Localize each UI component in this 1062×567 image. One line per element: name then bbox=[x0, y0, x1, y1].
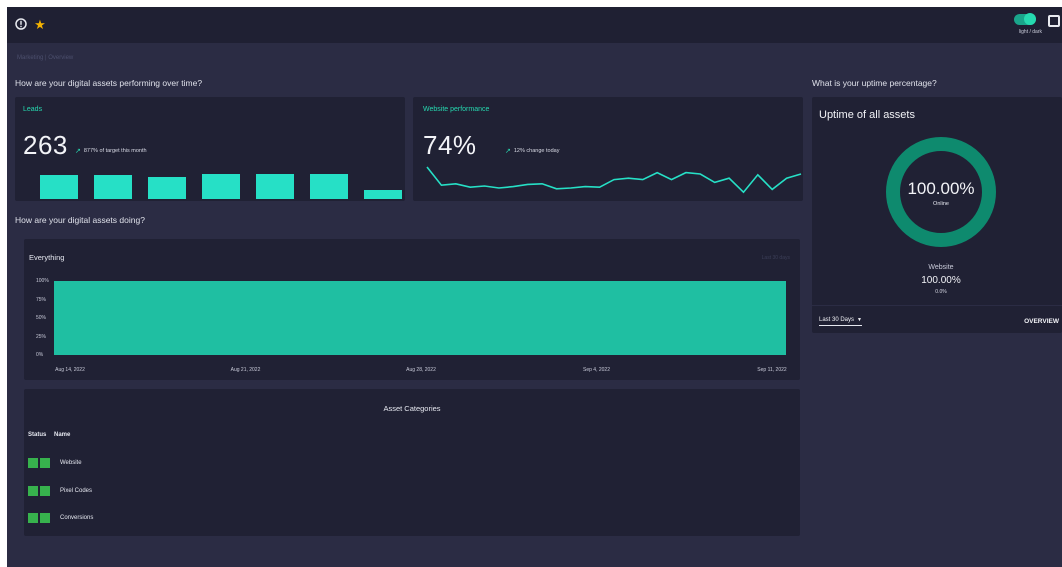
uptime-divider bbox=[812, 305, 1062, 306]
legend-percent: 100.00% bbox=[921, 275, 961, 286]
dashboard-app: ★ light / dark Marketing | Overview How … bbox=[7, 7, 1062, 567]
uptime-percent: 100.00% bbox=[907, 179, 975, 198]
range-select[interactable]: Last 30 Days ▼ bbox=[819, 317, 862, 326]
uptime-card: Uptime of all assets 100.00% Online Webs… bbox=[812, 97, 1062, 333]
info-circle-icon[interactable] bbox=[13, 16, 29, 32]
status-indicator bbox=[28, 513, 38, 523]
x-tick-label: Aug 14, 2022 bbox=[55, 367, 85, 373]
uptime-section-title: What is your uptime percentage? bbox=[812, 78, 937, 88]
asset-categories-card: Asset Categories Status Name Website Pix… bbox=[24, 389, 800, 536]
everything-chart-card: Everything Last 30 days 100% 75% 50% 25% 0% … bbox=[24, 239, 800, 380]
column-status: Status bbox=[28, 432, 47, 438]
leads-bar bbox=[310, 174, 348, 199]
leads-bar bbox=[148, 177, 186, 199]
website-performance-card: Website performance 74% ↗ 12% change tod… bbox=[413, 97, 803, 201]
leads-label: Leads bbox=[23, 106, 43, 113]
performance-section-title: How are your digital assets performing o… bbox=[15, 78, 203, 88]
leads-bar bbox=[256, 174, 294, 199]
row-name: Website bbox=[60, 460, 82, 466]
sparkline-path bbox=[426, 166, 802, 194]
legend-name: Website bbox=[928, 264, 954, 271]
x-tick-label: Sep 4, 2022 bbox=[583, 367, 610, 373]
status-indicator bbox=[40, 486, 50, 496]
area-fill bbox=[54, 281, 786, 355]
leads-value: 263 bbox=[23, 130, 68, 160]
asset-categories-title: Asset Categories bbox=[383, 404, 441, 413]
overview-button[interactable]: OVERVIEW bbox=[1024, 318, 1059, 325]
leads-bar bbox=[202, 174, 240, 199]
leads-trend: ↗ 877% of target this month bbox=[75, 147, 147, 155]
status-indicator bbox=[40, 513, 50, 523]
theme-toggle[interactable] bbox=[1014, 13, 1036, 25]
trend-up-icon: ↗ bbox=[75, 148, 81, 155]
chevron-down-icon: ▼ bbox=[857, 317, 862, 323]
uptime-center: 100.00% Online bbox=[881, 179, 1001, 207]
leads-bar bbox=[364, 190, 402, 199]
column-name: Name bbox=[54, 432, 71, 438]
website-performance-sparkline bbox=[426, 166, 802, 194]
x-tick-label: Aug 28, 2022 bbox=[406, 367, 436, 373]
leads-card: Leads 263 ↗ 877% of target this month bbox=[15, 97, 405, 201]
everything-chart-title: Everything bbox=[29, 253, 65, 262]
leads-trend-text: 877% of target this month bbox=[83, 148, 147, 154]
leads-bar bbox=[94, 175, 132, 199]
breadcrumb[interactable]: Marketing | Overview bbox=[17, 55, 73, 61]
doing-section-title: How are your digital assets doing? bbox=[15, 215, 145, 225]
row-name: Pixel Codes bbox=[60, 488, 93, 494]
uptime-status: Online bbox=[933, 201, 949, 207]
leads-bar bbox=[40, 175, 78, 199]
row-name: Conversions bbox=[60, 515, 94, 521]
status-indicator bbox=[28, 486, 38, 496]
top-bar: ★ light / dark bbox=[7, 7, 1062, 43]
star-icon[interactable]: ★ bbox=[32, 16, 48, 32]
range-select-label: Last 30 Days bbox=[819, 317, 855, 323]
uptime-title: Uptime of all assets bbox=[819, 109, 915, 121]
status-indicator bbox=[40, 458, 50, 468]
status-indicator bbox=[28, 458, 38, 468]
legend-sub: 0.0% bbox=[935, 289, 947, 295]
x-tick-label: Sep 11, 2022 bbox=[757, 367, 787, 373]
last-updated-label: Last 30 days bbox=[761, 255, 790, 261]
theme-toggle-label: light / dark bbox=[1018, 29, 1042, 35]
chat-icon[interactable] bbox=[1048, 15, 1060, 27]
x-tick-label: Aug 21, 2022 bbox=[230, 367, 261, 373]
